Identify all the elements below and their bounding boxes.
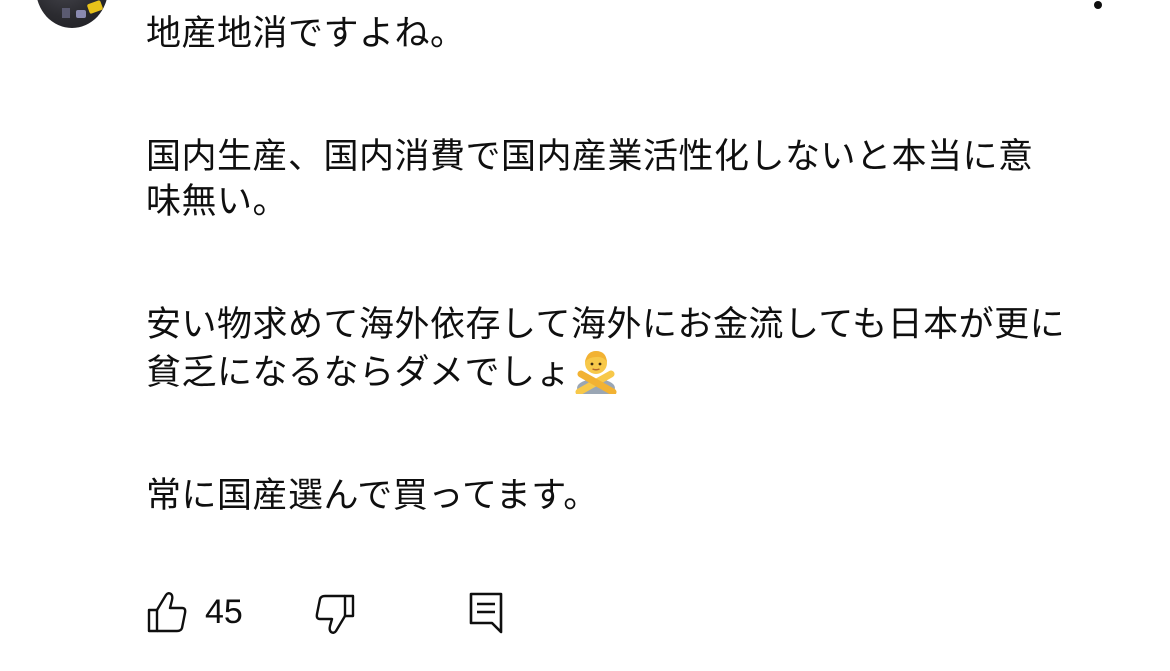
- more-options-icon[interactable]: [1094, 1, 1102, 9]
- like-count: 45: [205, 593, 243, 631]
- thumbs-down-icon: [315, 594, 355, 634]
- reply-comment-icon: [469, 592, 503, 634]
- comment-paragraph: 安い物求めて海外依存して海外にお金流しても日本が更に貧乏になるならダメでしょ: [146, 303, 1066, 397]
- avatar-detail: [86, 0, 104, 15]
- dislike-button[interactable]: [314, 592, 356, 636]
- comment-text: 地産地消ですよね。 国内生産、国内消費で国内産業活性化しないと本当に意味無い。 …: [146, 12, 1066, 519]
- avatar[interactable]: [36, 0, 108, 28]
- thumbs-up-icon: [147, 592, 187, 633]
- comment-paragraph: 国内生産、国内消費で国内産業活性化しないと本当に意味無い。: [146, 137, 1034, 222]
- person-gesturing-no-emoji-icon: [573, 348, 619, 397]
- like-button[interactable]: [146, 590, 188, 634]
- avatar-detail: [62, 8, 70, 18]
- avatar-detail: [76, 10, 86, 18]
- comment-paragraph: 常に国産選んで買ってます。: [146, 476, 599, 516]
- reply-button[interactable]: [466, 590, 506, 636]
- comment-paragraph: 地産地消ですよね。: [146, 14, 466, 54]
